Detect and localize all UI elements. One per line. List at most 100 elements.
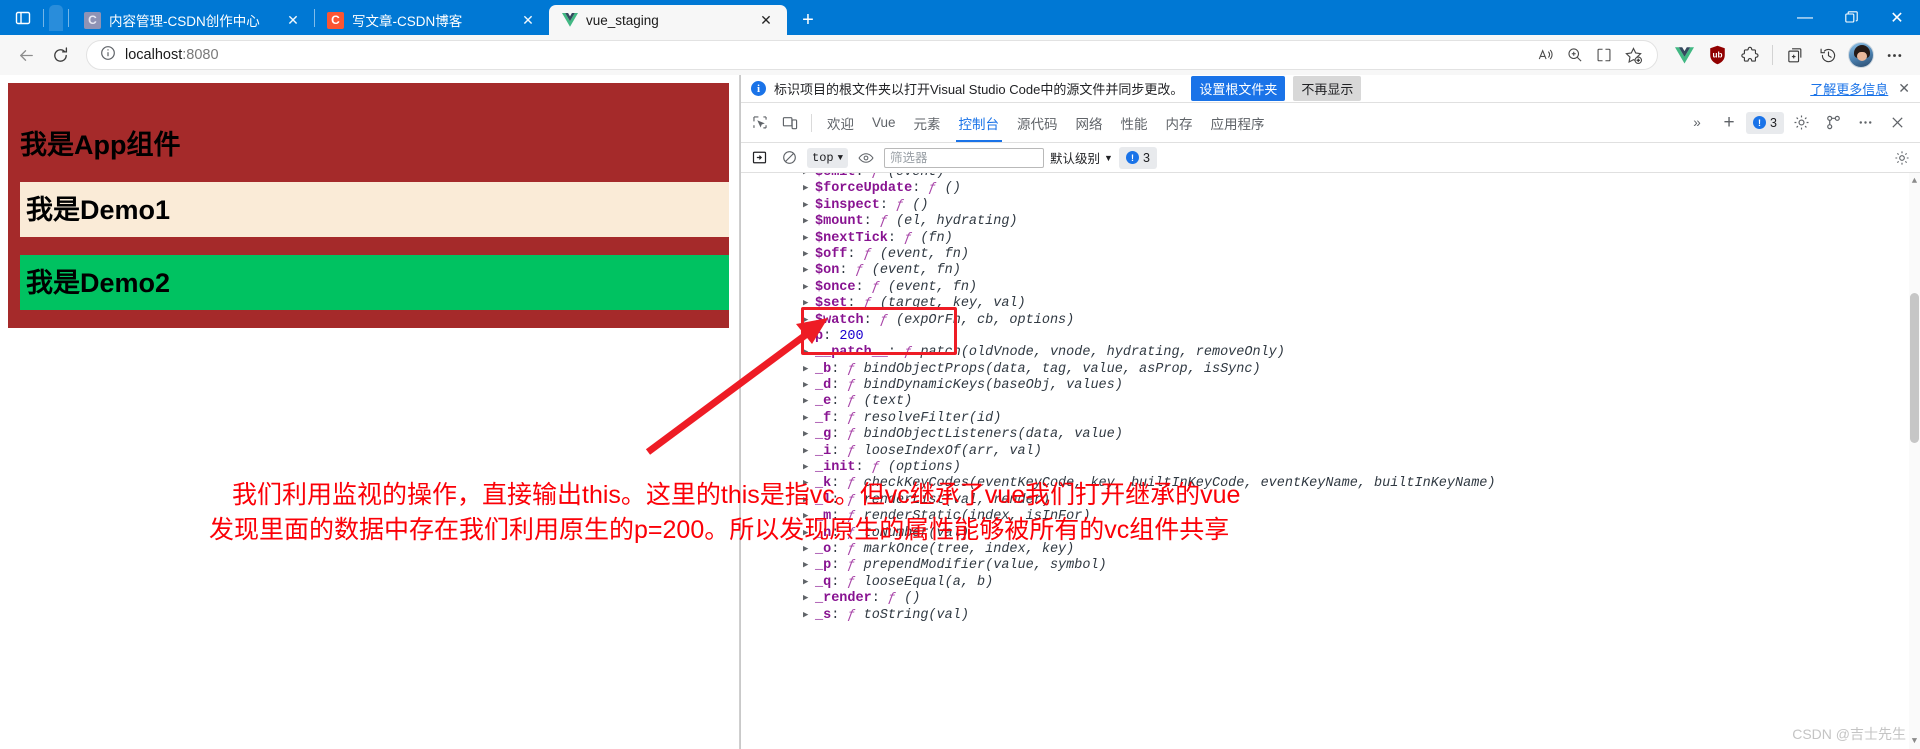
history-icon[interactable]	[1812, 39, 1844, 71]
close-button[interactable]: ✕	[1874, 0, 1920, 35]
console-property-line[interactable]: ▶ _p: ƒ prependModifier(value, symbol)	[803, 558, 1920, 574]
expand-triangle-icon[interactable]: ▶	[803, 377, 815, 393]
tab-close-button[interactable]: ✕	[755, 9, 777, 31]
console-property-line[interactable]: ▶ _s: ƒ toString(val)	[803, 608, 1920, 624]
console-sidebar-icon[interactable]	[747, 147, 771, 169]
console-filter-input[interactable]	[884, 147, 1045, 168]
console-property-line[interactable]: ▶ $inspect: ƒ ()	[803, 198, 1920, 214]
console-property-line[interactable]: ▶ _m: ƒ renderStatic(index, isInFor)	[803, 509, 1920, 525]
console-property-line[interactable]: ▶ $watch: ƒ (expOrFn, cb, options)	[803, 313, 1920, 329]
new-tab-button[interactable]: +	[793, 5, 823, 35]
expand-triangle-icon[interactable]: ▶	[803, 574, 815, 590]
address-bar[interactable]: localhost:8080	[86, 40, 1658, 70]
console-property-line[interactable]: ▶ $set: ƒ (target, key, val)	[803, 296, 1920, 312]
expand-triangle-icon[interactable]: ▶	[803, 361, 815, 377]
tab-actions-icon[interactable]	[6, 3, 40, 33]
console-property-line[interactable]: ▶ _d: ƒ bindDynamicKeys(baseObj, values)	[803, 378, 1920, 394]
inspect-element-icon[interactable]	[745, 109, 775, 137]
tab-welcome[interactable]: 欢迎	[818, 104, 863, 142]
scroll-up-arrow[interactable]: ▲	[1910, 175, 1919, 187]
console-property-line[interactable]: ▶ _f: ƒ resolveFilter(id)	[803, 411, 1920, 427]
console-property-line[interactable]: ▶ _g: ƒ bindObjectListeners(data, value)	[803, 427, 1920, 443]
console-property-line[interactable]: ▶ _n: ƒ toNumber(val)	[803, 526, 1920, 542]
tab-sources[interactable]: 源代码	[1008, 104, 1067, 142]
issues-badge[interactable]: ! 3	[1746, 111, 1784, 134]
avatar[interactable]	[1848, 42, 1874, 68]
more-options-icon[interactable]	[1850, 109, 1880, 137]
collapsed-tab-placeholder[interactable]	[49, 4, 63, 31]
console-property-line[interactable]: ▶ _l: ƒ renderList(val, render)	[803, 493, 1920, 509]
expand-triangle-icon[interactable]: ▶	[803, 541, 815, 557]
expand-triangle-icon[interactable]: ▶	[803, 279, 815, 295]
collections-icon[interactable]	[1779, 39, 1811, 71]
expand-triangle-icon[interactable]: ▶	[803, 508, 815, 524]
expand-triangle-icon[interactable]: ▶	[803, 426, 815, 442]
console-property-line[interactable]: p: 200	[803, 329, 1920, 345]
expand-triangle-icon[interactable]: ▶	[803, 344, 815, 360]
execution-context-select[interactable]: top ▼	[807, 147, 849, 168]
add-favorite-icon[interactable]	[1619, 42, 1647, 68]
split-screen-icon[interactable]	[1590, 42, 1618, 68]
tab-console[interactable]: 控制台	[950, 104, 1009, 142]
add-tab-icon[interactable]: +	[1714, 109, 1744, 137]
expand-triangle-icon[interactable]: ▶	[803, 197, 815, 213]
expand-triangle-icon[interactable]: ▶	[803, 410, 815, 426]
puzzle-extension-icon[interactable]	[1734, 39, 1766, 71]
console-settings-icon[interactable]	[1890, 147, 1914, 169]
console-output[interactable]: ▶$emit: ƒ (event)▶$forceUpdate: ƒ ()▶$in…	[741, 173, 1920, 749]
zoom-icon[interactable]	[1561, 42, 1589, 68]
maximize-button[interactable]	[1828, 0, 1874, 35]
expand-triangle-icon[interactable]: ▶	[803, 295, 815, 311]
tab-close-button[interactable]: ✕	[517, 9, 539, 31]
console-property-line[interactable]: ▶ $off: ƒ (event, fn)	[803, 247, 1920, 263]
console-property-line[interactable]: ▶ _k: ƒ checkKeyCodes(eventKeyCode, key, …	[803, 476, 1920, 492]
console-property-line[interactable]: ▶ _b: ƒ bindObjectProps(data, tag, value,…	[803, 362, 1920, 378]
settings-more-icon[interactable]	[1878, 39, 1910, 71]
expand-triangle-icon[interactable]: ▶	[803, 492, 815, 508]
console-property-line[interactable]: ▶ $nextTick: ƒ (fn)	[803, 231, 1920, 247]
tab-elements[interactable]: 元素	[905, 104, 950, 142]
vue-devtools-extension-icon[interactable]	[1668, 39, 1700, 71]
customize-icon[interactable]	[1818, 109, 1848, 137]
expand-triangle-icon[interactable]: ▶	[803, 475, 815, 491]
learn-more-link[interactable]: 了解更多信息	[1810, 79, 1888, 98]
console-scrollbar[interactable]: ▲ ▼	[1909, 173, 1920, 749]
device-toolbar-icon[interactable]	[775, 109, 805, 137]
expand-triangle-icon[interactable]: ▶	[803, 525, 815, 541]
console-property-line[interactable]: ▶ _q: ƒ looseEqual(a, b)	[803, 575, 1920, 591]
tab-vue[interactable]: Vue	[863, 104, 905, 142]
scroll-down-arrow[interactable]: ▼	[1910, 735, 1919, 747]
console-property-line[interactable]: ▶ _o: ƒ markOnce(tree, index, key)	[803, 542, 1920, 558]
tab-memory[interactable]: 内存	[1157, 104, 1202, 142]
set-root-folder-button[interactable]: 设置根文件夹	[1191, 76, 1286, 101]
settings-gear-icon[interactable]	[1786, 109, 1816, 137]
expand-triangle-icon[interactable]: ▶	[803, 459, 815, 475]
tab-network[interactable]: 网络	[1067, 104, 1112, 142]
ublock-extension-icon[interactable]: ub	[1701, 39, 1733, 71]
tab-application[interactable]: 应用程序	[1202, 104, 1274, 142]
browser-tab-3[interactable]: vue_staging ✕	[549, 5, 787, 35]
console-property-line[interactable]: ▶ _i: ƒ looseIndexOf(arr, val)	[803, 444, 1920, 460]
expand-triangle-icon[interactable]: ▶	[803, 230, 815, 246]
console-issues-badge[interactable]: ! 3	[1118, 146, 1157, 169]
console-property-line[interactable]: ▶ __patch__: ƒ patch(oldVnode, vnode, hyd…	[803, 345, 1920, 361]
dont-show-again-button[interactable]: 不再显示	[1293, 76, 1362, 101]
more-tabs-icon[interactable]: »	[1682, 109, 1712, 137]
info-circle-icon[interactable]	[100, 45, 116, 66]
console-scroll-thumb[interactable]	[1910, 293, 1919, 443]
expand-triangle-icon[interactable]: ▶	[803, 607, 815, 623]
expand-triangle-icon[interactable]: ▶	[803, 590, 815, 606]
profile-avatar[interactable]	[1845, 39, 1877, 71]
close-devtools-icon[interactable]	[1882, 109, 1912, 137]
console-property-line[interactable]: ▶ _e: ƒ (text)	[803, 394, 1920, 410]
console-property-line[interactable]: ▶$emit: ƒ (event)	[803, 173, 1920, 181]
console-property-line[interactable]: ▶ $once: ƒ (event, fn)	[803, 280, 1920, 296]
log-level-select[interactable]: 默认级别 ▼	[1050, 148, 1113, 167]
expand-triangle-icon[interactable]: ▶	[803, 262, 815, 278]
console-property-line[interactable]: ▶ _render: ƒ ()	[803, 591, 1920, 607]
back-icon[interactable]	[10, 39, 42, 71]
clear-console-icon[interactable]	[777, 147, 801, 169]
banner-close-icon[interactable]: ✕	[1896, 80, 1912, 97]
live-expression-icon[interactable]	[854, 147, 878, 169]
expand-triangle-icon[interactable]: ▶	[803, 443, 815, 459]
